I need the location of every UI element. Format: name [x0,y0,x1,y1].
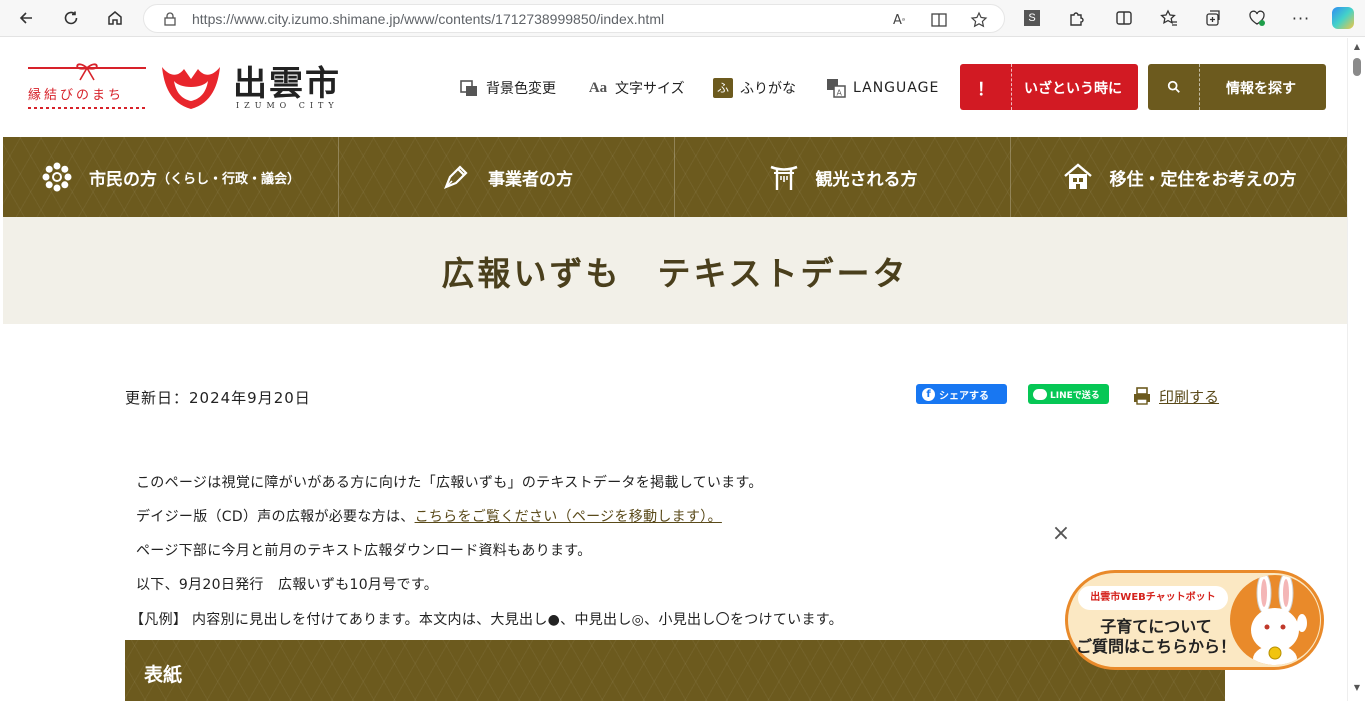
svg-text:A: A [837,89,843,98]
scroll-up-icon[interactable]: ▲ [1352,42,1362,52]
collections-icon [1206,10,1220,26]
chrysanthemum-icon [41,161,73,193]
extensions-button[interactable] [1061,4,1091,32]
scroll-thumb[interactable] [1353,58,1361,76]
updated-date: 更新日：2024年9月20日 [125,389,311,407]
rabbit-mascot-icon [1230,575,1320,665]
page-scrollbar[interactable]: ▲ ▼ [1347,38,1365,701]
search-icon [1148,64,1200,110]
more-dots-icon: ··· [1291,8,1311,28]
nav-item-citizens[interactable]: 市民の方 （くらし・行政・議会） [3,137,339,217]
pen-icon [440,161,472,193]
browser-toolbar: https://www.city.izumo.shimane.jp/www/co… [0,0,1365,37]
back-arrow-icon [19,12,32,24]
favorites-list-icon [1160,9,1177,26]
chatbot-close-button[interactable]: × [1050,523,1072,545]
print-label: 印刷する [1159,387,1220,406]
palette-icon [459,78,479,98]
split-screen-icon [1116,11,1132,25]
daisy-paragraph: デイジー版（CD）声の広報が必要な方は、こちらをご覧ください（ページを移動します… [136,506,722,526]
search-button[interactable]: 情報を探す [1148,64,1326,110]
nav-label: 事業者の方 [488,169,573,190]
daisy-text: デイジー版（CD）声の広報が必要な方は、 [136,509,415,525]
puzzle-icon [1070,12,1084,26]
web-page: 縁結びのまち 出雲市 IZUMO CITY 背景色変更 Aa 文字サイズ ふ ふ… [0,38,1347,701]
intro-paragraph: このページは視覚に障がいがある方に向けた「広報いずも」のテキストデータを掲載して… [136,475,763,491]
tool-label: 文字サイズ [615,81,685,97]
city-name-en: IZUMO CITY [236,101,339,110]
more-menu-button[interactable]: ··· [1286,4,1316,32]
home-button[interactable] [100,4,130,32]
facebook-share-label: シェアする [939,390,989,402]
tool-label: LANGUAGE [853,80,940,96]
print-link[interactable]: 印刷する [1132,385,1219,407]
url-text: https://www.city.izumo.shimane.jp/www/co… [192,11,665,27]
torii-icon [768,161,800,193]
issue-paragraph: 以下、9月20日発行 広報いずも10月号です。 [136,577,439,593]
main-nav: 市民の方 （くらし・行政・議会） 事業者の方 観光される方 移住・定住をお考えの… [3,137,1347,217]
nav-sublabel: （くらし・行政・議会） [156,171,300,187]
extension-s-button[interactable]: S [1017,4,1047,32]
browser-essentials-button[interactable] [1242,4,1272,32]
facebook-icon: f [922,387,935,401]
logo-tagline: 縁結びのまち [28,88,125,103]
heart-pulse-icon [1249,10,1265,26]
language-tool[interactable]: A LANGUAGE [826,77,939,99]
furigana-tool[interactable]: ふ ふりがな [713,77,796,99]
chatbot-banner[interactable]: 出雲市WEBチャットボット 子育てについて ご質問はこちらから！ [1065,570,1324,670]
language-icon: A [826,78,846,98]
chatbot-line-2: ご質問はこちらから！ [1076,637,1237,656]
favorite-star-icon[interactable] [970,11,988,29]
city-name[interactable]: 出雲市 [233,56,341,105]
lock-icon [164,12,176,26]
chatbot-tag: 出雲市WEBチャットボット [1078,586,1228,610]
line-share-button[interactable]: LINEで送る [1028,384,1109,404]
scroll-down-icon[interactable]: ▼ [1352,683,1362,693]
line-share-label: LINEで送る [1050,390,1100,401]
back-button[interactable] [11,4,41,32]
text-size-tool[interactable]: Aa 文字サイズ [588,77,685,99]
izumo-city-emblem[interactable] [160,63,222,111]
facebook-share-button[interactable]: f シェアする [916,384,1007,404]
emergency-label: いざという時に [1024,81,1122,97]
line-icon [1033,388,1047,400]
copilot-icon [1332,7,1354,29]
copilot-button[interactable] [1328,4,1358,32]
text-size-icon: Aa [588,79,608,96]
nav-label: 市民の方 [88,169,157,190]
exclamation-icon: ！ [960,64,1012,110]
tool-label: 背景色変更 [486,81,556,97]
nav-label: 観光される方 [815,169,918,190]
home-icon [108,11,122,25]
favorites-button[interactable] [1154,4,1184,32]
split-screen-button[interactable] [1109,4,1139,32]
house-icon [1062,161,1094,193]
address-bar[interactable]: https://www.city.izumo.shimane.jp/www/co… [143,4,1005,33]
furigana-icon: ふ [713,78,733,98]
daisy-link[interactable]: こちらをご覧ください（ページを移動します）。 [415,509,722,525]
section-heading-text: 表紙 [144,664,183,686]
read-aloud-icon[interactable]: Aᵃ [890,11,908,29]
page-title: 広報いずも テキストデータ [441,254,909,293]
collections-button[interactable] [1198,4,1228,32]
reload-icon [64,11,78,25]
legend-paragraph: 【凡例】 内容別に見出しを付けてあります。本文内は、大見出し●、中見出し◎、小見… [130,612,843,628]
nav-item-tourists[interactable]: 観光される方 [675,137,1011,217]
extension-s-icon: S [1024,10,1040,26]
nav-item-relocation[interactable]: 移住・定住をお考えの方 [1011,137,1347,217]
search-label: 情報を探す [1226,81,1296,97]
tool-label: ふりがな [740,81,796,97]
title-band: 広報いずも テキストデータ [3,217,1347,324]
download-paragraph: ページ下部に今月と前月のテキスト広報ダウンロード資料もあります。 [136,543,592,559]
nav-label: 移住・定住をお考えの方 [1109,169,1297,190]
section-heading: 表紙 [125,640,1225,701]
printer-icon [1134,387,1150,405]
nav-item-business[interactable]: 事業者の方 [339,137,675,217]
chatbot-line-1: 子育てについて [1100,617,1212,636]
emergency-button[interactable]: ！ いざという時に [960,64,1138,110]
chatbot-text: 子育てについて ご質問はこちらから！ [1076,617,1236,657]
background-color-tool[interactable]: 背景色変更 [459,77,556,99]
reload-button[interactable] [56,4,86,32]
immersive-reader-icon[interactable] [930,11,948,29]
